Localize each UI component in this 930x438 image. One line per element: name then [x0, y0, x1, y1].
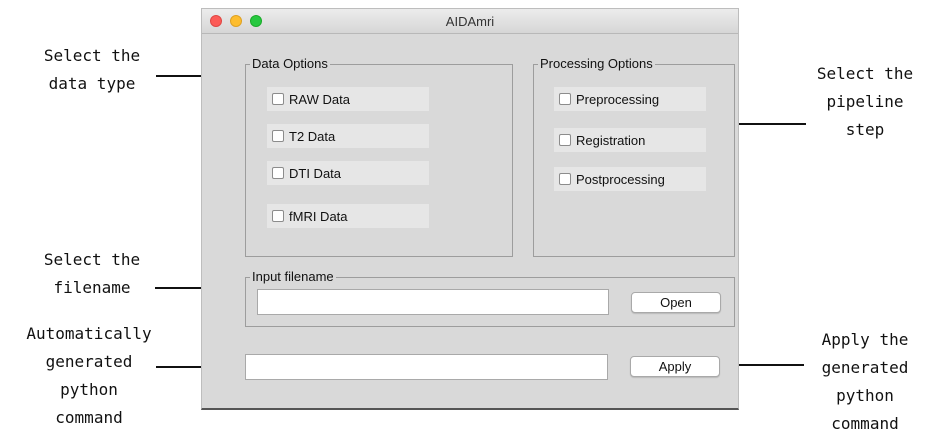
input-filename-label: Input filename — [250, 269, 336, 285]
checkbox-fmri-data[interactable]: fMRI Data — [267, 204, 429, 228]
data-options-group: Data Options RAW Data T2 Data DTI Data f… — [245, 56, 513, 257]
checkbox-icon[interactable] — [272, 130, 284, 142]
checkbox-registration[interactable]: Registration — [554, 128, 706, 152]
processing-options-label: Processing Options — [538, 56, 655, 72]
checkbox-label: fMRI Data — [289, 208, 348, 224]
checkbox-icon[interactable] — [559, 134, 571, 146]
annotation-generated-command: Automatically generated python command — [26, 324, 152, 427]
checkbox-icon[interactable] — [272, 210, 284, 222]
window-title: AIDAmri — [445, 14, 495, 29]
checkbox-postprocessing[interactable]: Postprocessing — [554, 167, 706, 191]
checkbox-icon[interactable] — [559, 173, 571, 185]
checkbox-label: RAW Data — [289, 91, 350, 107]
annotation-select-data-type: Select the data type — [43, 46, 141, 93]
open-button[interactable]: Open — [631, 292, 721, 313]
checkbox-dti-data[interactable]: DTI Data — [267, 161, 429, 185]
checkbox-icon[interactable] — [272, 167, 284, 179]
checkbox-label: DTI Data — [289, 165, 342, 181]
input-filename-group: Input filename Open — [245, 269, 735, 327]
checkbox-raw-data[interactable]: RAW Data — [267, 87, 429, 111]
annotation-select-filename: Select the filename — [43, 250, 141, 297]
apply-button[interactable]: Apply — [630, 356, 720, 377]
app-window: AIDAmri Data Options RAW Data T2 Data DT… — [201, 8, 739, 410]
generated-command-field[interactable] — [245, 354, 608, 380]
processing-options-group: Processing Options Preprocessing Registr… — [533, 56, 735, 257]
checkbox-label: T2 Data — [289, 128, 336, 144]
checkbox-icon[interactable] — [559, 93, 571, 105]
checkbox-label: Registration — [576, 132, 646, 148]
annotation-select-pipeline-step: Select the pipeline step — [816, 64, 914, 139]
filename-input[interactable] — [257, 289, 609, 315]
data-options-label: Data Options — [250, 56, 330, 72]
checkbox-preprocessing[interactable]: Preprocessing — [554, 87, 706, 111]
checkbox-label: Preprocessing — [576, 91, 660, 107]
annotation-apply-command: Apply the generated python command — [821, 330, 909, 433]
checkbox-icon[interactable] — [272, 93, 284, 105]
checkbox-t2-data[interactable]: T2 Data — [267, 124, 429, 148]
title-bar[interactable]: AIDAmri — [202, 9, 738, 34]
checkbox-label: Postprocessing — [576, 171, 665, 187]
